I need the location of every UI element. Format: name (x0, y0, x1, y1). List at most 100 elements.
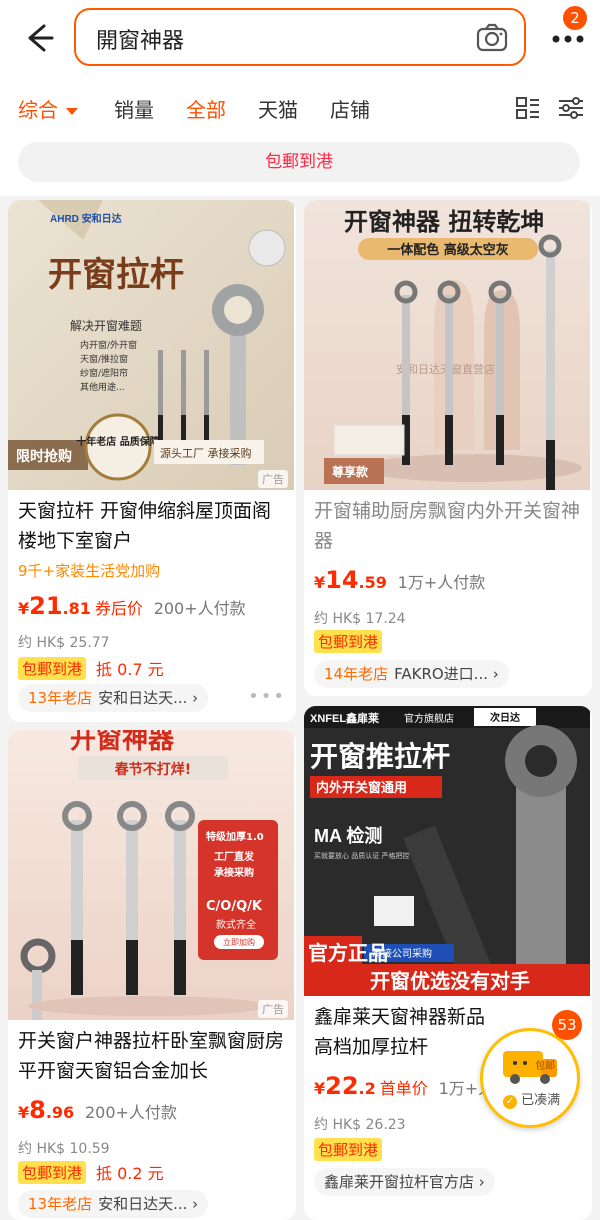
search-input[interactable]: 開窗神器 (74, 8, 526, 66)
product-image: 开窗神器 扭转乾坤 一体配色 高级太空灰 安和日达天窗直营店 尊享款 (304, 200, 590, 490)
free-shipping-badge: 包郵到港 (18, 1160, 87, 1184)
back-arrow-icon[interactable] (18, 18, 58, 58)
shop-link[interactable]: 鑫扉莱开窗拉杆官方店 › (314, 1168, 495, 1196)
sales-count: 200+人付款 (84, 1103, 177, 1122)
image-line: 纱窗/遮阳帘 (80, 367, 128, 379)
price: ¥22.2 (314, 1072, 376, 1100)
product-image: XNFEL鑫扉莱 官方旗舰店 次日达 开窗推拉杆 内外开关窗通用 MA 检测 买… (304, 706, 590, 996)
image-cert-note: 买就要放心 品质认证 严格把控 (314, 851, 409, 860)
tab-sales[interactable]: 销量 (114, 94, 154, 123)
price-decimal: .81 (62, 599, 91, 618)
product-title[interactable]: 天窗拉杆 开窗伸缩斜屋顶面阁楼地下室窗户 (18, 496, 288, 556)
coupon-text: 抵 0.7 元 (96, 660, 164, 679)
free-shipping-hk-chip[interactable]: 包郵到港 (18, 142, 580, 182)
shop-link[interactable]: 13年老店 安和日达天... › (18, 1190, 209, 1218)
badge-row: 包郵到港 抵 0.2 元 (18, 1160, 164, 1184)
notification-badge: 2 (563, 6, 587, 30)
image-ribbon: 一体配色 高级太空灰 (387, 242, 509, 258)
shop-link[interactable]: 13年老店 安和日达天... › (18, 684, 209, 712)
cart-label: ✓ 已凑满 (503, 1089, 560, 1109)
image-partner: 次日达 (490, 711, 520, 724)
image-panel-text: 款式齐全 (216, 918, 256, 931)
filter-bar: 综合 销量 全部 天猫 店铺 (0, 76, 600, 138)
free-shipping-cart-button[interactable]: 包邮 ✓ 已凑满 (480, 1028, 580, 1128)
badge-row: 包郵到港 (314, 1138, 383, 1161)
product-card[interactable]: XNFEL鑫扉莱 官方旗舰店 次日达 开窗推拉杆 内外开关窗通用 MA 检测 买… (304, 706, 592, 1220)
product-card[interactable]: 开窗神器 扭转乾坤 一体配色 高级太空灰 安和日达天窗直营店 尊享款 开窗辅助厨… (304, 200, 592, 696)
badge-row: 包郵到港 抵 0.7 元 (18, 656, 164, 680)
more-options-icon[interactable] (548, 24, 588, 54)
tab-shops[interactable]: 店铺 (330, 94, 370, 123)
product-card[interactable]: 开窗神器 春节不打烊! 特级加厚1.0 工厂直发 承接采购 C/O/Q/K 款式… (8, 730, 296, 1220)
price-decimal: .59 (358, 573, 387, 592)
sales-count: 1万+人付款 (397, 573, 486, 592)
image-line: 其他用途... (80, 381, 125, 393)
cart-count-badge: 53 (552, 1010, 582, 1040)
image-line: 解决开窗难题 (70, 319, 142, 333)
chip-bar: 包郵到港 (0, 138, 600, 196)
image-line: 内开窗/外开窗 (80, 339, 137, 351)
free-shipping-badge: 包郵到港 (314, 630, 383, 653)
badge-row: 包郵到港 (314, 630, 383, 653)
product-title[interactable]: 开关窗户神器拉杆卧室飘窗厨房平开窗天窗铝合金加长 (18, 1026, 288, 1086)
ad-tag: 广告 (258, 470, 288, 488)
brand-logo-text: AHRD 安和日达 (50, 212, 122, 225)
hk-price: 约 HK$ 25.77 (18, 635, 110, 651)
tab-comprehensive[interactable]: 综合 (18, 94, 78, 123)
chevron-right-icon: › (487, 665, 499, 683)
shop-link[interactable]: 14年老店 FAKRO进口... › (314, 660, 509, 688)
hk-price: 约 HK$ 17.24 (314, 611, 406, 627)
tab-label: 综合 (18, 98, 58, 122)
image-banner: 春节不打烊! (114, 761, 191, 778)
camera-icon[interactable] (476, 23, 508, 53)
product-card[interactable]: AHRD 安和日达 开窗拉杆 解决开窗难题 内开窗/外开窗 天窗/推拉窗 纱窗/… (8, 200, 296, 722)
shop-age: 14年老店 (324, 665, 389, 683)
price: ¥14.59 (314, 566, 387, 594)
price-integer: 21 (29, 592, 63, 620)
chevron-right-icon: › (187, 1195, 199, 1213)
tab-tmall[interactable]: 天猫 (258, 94, 298, 123)
shop-age: 13年老店 (28, 689, 93, 707)
filter-sliders-icon[interactable] (558, 96, 584, 120)
tab-all[interactable]: 全部 (186, 94, 226, 123)
hk-price: 约 HK$ 26.23 (314, 1117, 406, 1133)
currency-symbol: ¥ (314, 1079, 326, 1098)
image-subline: 内外开关窗通用 (316, 780, 407, 796)
price-label: 券后价 (94, 599, 143, 618)
price-integer: 14 (325, 566, 359, 594)
image-headline: 开窗拉杆 (48, 255, 184, 295)
currency-symbol: ¥ (18, 599, 30, 618)
image-cert: MA 检测 (314, 825, 382, 846)
sales-count: 200+人付款 (153, 599, 246, 618)
more-dots-icon[interactable]: ••• (248, 686, 286, 707)
shop-name: 安和日达天... (98, 1195, 188, 1213)
price-row: ¥14.59 1万+人付款 (314, 566, 485, 594)
price-decimal: .96 (45, 1103, 75, 1122)
ad-tag: 广告 (258, 1000, 288, 1018)
product-image: AHRD 安和日达 开窗拉杆 解决开窗难题 内开窗/外开窗 天窗/推拉窗 纱窗/… (8, 200, 294, 490)
shop-age: 13年老店 (28, 1195, 93, 1213)
image-panel-text: 特级加厚1.0 (206, 830, 264, 843)
product-image: 开窗神器 春节不打烊! 特级加厚1.0 工厂直发 承接采购 C/O/Q/K 款式… (8, 730, 294, 1020)
list-view-icon[interactable] (516, 96, 540, 120)
price-integer: 22 (325, 1072, 359, 1100)
check-circle-icon: ✓ (503, 1095, 517, 1109)
image-headline: 开窗神器 (70, 730, 175, 755)
image-panel-button: 立即加购 (223, 937, 255, 947)
price-label: 首单价 (379, 1079, 428, 1098)
image-headline: 开窗推拉杆 (310, 740, 450, 773)
cart-truck-text: 包邮 (535, 1061, 555, 1072)
image-panel-text: 承接采购 (214, 866, 254, 879)
top-bar: 開窗神器 2 (0, 0, 600, 76)
shop-name: 安和日达天... (98, 689, 188, 707)
chevron-right-icon: › (474, 1173, 485, 1191)
price: ¥21.81 (18, 592, 91, 620)
product-title[interactable]: 开窗辅助厨房飘窗内外开关窗神器 (314, 496, 584, 556)
product-title[interactable]: 鑫扉莱天窗神器新品高档加厚拉杆 (314, 1002, 494, 1062)
coupon-text: 抵 0.2 元 (96, 1164, 164, 1183)
cart-label-text: 已凑满 (521, 1093, 561, 1108)
image-brand: XNFEL鑫扉莱 (310, 711, 379, 725)
shop-name: FAKRO进口... (394, 665, 488, 683)
image-left-badge: 官方正品 (308, 941, 388, 965)
currency-symbol: ¥ (18, 1103, 30, 1122)
